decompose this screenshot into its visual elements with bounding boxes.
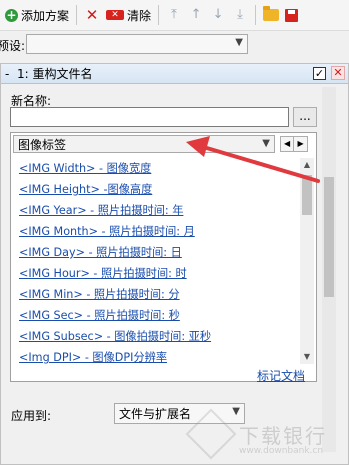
watermark-subtext: www.downbank.cn xyxy=(239,446,324,456)
watermark: 下载银行 www.downbank.cn xyxy=(185,408,327,460)
watermark-text: 下载银行 xyxy=(239,423,327,448)
watermark-logo-icon xyxy=(185,408,237,460)
arrow-head xyxy=(186,136,210,157)
arrow-shaft xyxy=(198,144,320,183)
annotation-arrow xyxy=(186,136,320,183)
